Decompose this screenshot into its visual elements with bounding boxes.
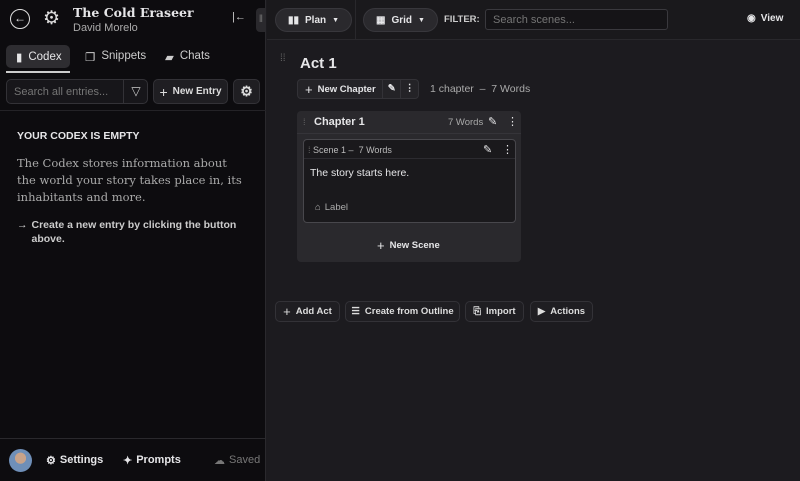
gear-icon: ⚙ <box>46 455 56 467</box>
chats-icon: ▰ <box>165 52 174 64</box>
grid-icon: ▦ <box>376 14 386 26</box>
new-scene-button[interactable]: + New Scene <box>377 238 440 253</box>
button-label: New Entry <box>172 86 222 97</box>
collapse-sidebar-icon[interactable]: |← <box>232 11 246 23</box>
label: Create from Outline <box>364 306 454 317</box>
pencil-icon[interactable]: ✎ <box>488 115 497 128</box>
import-icon: ⎘ <box>473 306 482 317</box>
book-icon: ▮ <box>16 51 23 64</box>
list-ordered-icon: ☰ <box>351 306 360 317</box>
codex-search: ▽ <box>6 79 148 104</box>
settings-button[interactable]: ⚙ Settings <box>46 454 103 467</box>
label: Saved <box>229 454 261 466</box>
plus-icon: + <box>283 304 291 319</box>
label: Import <box>486 306 516 317</box>
tag-icon: ⌂ <box>315 202 321 213</box>
snippets-icon: ❐ <box>85 52 96 64</box>
label: New Scene <box>389 240 440 251</box>
codex-search-input[interactable] <box>7 80 123 103</box>
project-author: David Morelo <box>73 22 138 34</box>
scene-title: ⁞ Scene 1 – 7 Words <box>308 145 392 155</box>
project-title: The Cold Eraseer <box>73 5 194 20</box>
divider <box>304 158 515 159</box>
tab-chats[interactable]: ▰ Chats <box>165 50 210 64</box>
sparkle-icon: ✦ <box>123 455 133 467</box>
label: Grid <box>391 14 413 26</box>
label: View <box>760 13 784 24</box>
more-vertical-icon[interactable]: ⋮ <box>400 80 418 98</box>
book-open-icon: ▮▮ <box>288 14 300 26</box>
empty-hint: → Create a new entry by clicking the butt… <box>17 218 257 246</box>
tab-label: Snippets <box>101 50 147 62</box>
plus-icon: + <box>159 83 168 100</box>
label: Settings <box>59 454 104 466</box>
gear-icon: ⚙ <box>240 83 253 99</box>
tab-label: Chats <box>179 50 210 62</box>
tab-snippets[interactable]: ❐ Snippets <box>85 50 146 64</box>
saved-status: ☁ Saved <box>214 454 260 467</box>
empty-title: YOUR CODEX IS EMPTY <box>17 130 140 142</box>
filter-label: FILTER: <box>444 14 480 25</box>
scene-search-input[interactable] <box>485 9 668 30</box>
label: Label <box>324 202 348 213</box>
add-act-button[interactable]: + Add Act <box>275 301 340 322</box>
codex-sidebar: ← ⚙ The Cold Eraseer David Morelo |← ‖ ▮… <box>0 0 266 481</box>
new-chapter-button[interactable]: + New Chapter <box>298 80 382 98</box>
label: Plan <box>305 14 327 26</box>
hint-text: Create a new entry by clicking the butto… <box>31 219 237 245</box>
chapter-card: ⁞ Chapter 1 7 Words ✎ ⋮ ⁞ Scene 1 – 7 Wo… <box>297 111 521 262</box>
prompts-button[interactable]: ✦ Prompts <box>123 454 181 467</box>
divider <box>355 0 356 40</box>
plan-dropdown[interactable]: ▮▮ Plan ▼ <box>275 8 353 32</box>
eye-icon: ◉ <box>747 13 756 24</box>
tab-label: Codex <box>28 50 62 63</box>
chevron-down-icon: ▼ <box>332 16 340 24</box>
new-entry-button[interactable]: + New Entry <box>153 79 228 104</box>
divider <box>0 110 266 111</box>
label: Scene 1 – 7 Words <box>313 145 392 155</box>
label: Add Act <box>295 306 332 317</box>
play-circle-icon: ▶ <box>537 306 546 317</box>
filter-icon[interactable]: ▽ <box>123 80 148 103</box>
label: Prompts <box>136 454 181 466</box>
back-icon[interactable]: ← <box>10 9 30 29</box>
act-title: Act 1 <box>300 55 337 72</box>
label: New Chapter <box>317 83 376 95</box>
chapter-title: Chapter 1 <box>314 116 365 128</box>
divider <box>0 438 266 439</box>
label-button[interactable]: ⌂ Label <box>315 202 348 213</box>
resize-handle[interactable]: ‖ <box>256 8 266 32</box>
scene-text: The story starts here. <box>310 167 410 179</box>
view-button[interactable]: ◉ View <box>747 13 783 24</box>
pencil-icon[interactable]: ✎ <box>382 80 400 98</box>
act-summary: 1 chapter – 7 Words <box>430 83 531 95</box>
divider <box>297 133 521 134</box>
chapter-words: 7 Words <box>448 117 484 128</box>
toolbar: ▮▮ Plan ▼ ▦ Grid ▼ FILTER: ◉ View <box>267 0 800 40</box>
chapter-toolbar: + New Chapter ✎ ⋮ <box>297 79 419 99</box>
active-tab-underline <box>6 71 70 73</box>
more-vertical-icon[interactable]: ⋮ <box>502 143 513 156</box>
empty-description: The Codex stores information about the w… <box>17 156 242 204</box>
scene-card[interactable]: ⁞ Scene 1 – 7 Words ✎ ⋮ The story starts… <box>303 139 516 223</box>
grid-dropdown[interactable]: ▦ Grid ▼ <box>363 8 438 32</box>
label: Actions <box>550 306 586 317</box>
codex-settings-button[interactable]: ⚙ <box>233 79 260 104</box>
tab-codex[interactable]: ▮ Codex <box>6 45 70 68</box>
arrow-right-icon: → <box>17 219 28 231</box>
chevron-down-icon: ▼ <box>418 16 425 24</box>
actions-button[interactable]: ▶ Actions <box>530 301 593 322</box>
plus-icon: + <box>377 238 385 253</box>
plus-icon: + <box>305 81 313 97</box>
more-vertical-icon[interactable]: ⋮ <box>507 115 518 128</box>
pencil-icon[interactable]: ✎ <box>483 143 492 156</box>
drag-handle-icon[interactable]: ⁞⁞ <box>280 54 286 64</box>
avatar[interactable] <box>9 449 32 472</box>
create-from-outline-button[interactable]: ☰ Create from Outline <box>345 301 460 322</box>
import-button[interactable]: ⎘ Import <box>465 301 524 322</box>
gear-icon[interactable]: ⚙ <box>43 7 60 30</box>
cloud-icon: ☁ <box>214 455 225 467</box>
drag-handle-icon[interactable]: ⁞ <box>308 145 311 155</box>
drag-handle-icon[interactable]: ⁞ <box>303 117 306 127</box>
